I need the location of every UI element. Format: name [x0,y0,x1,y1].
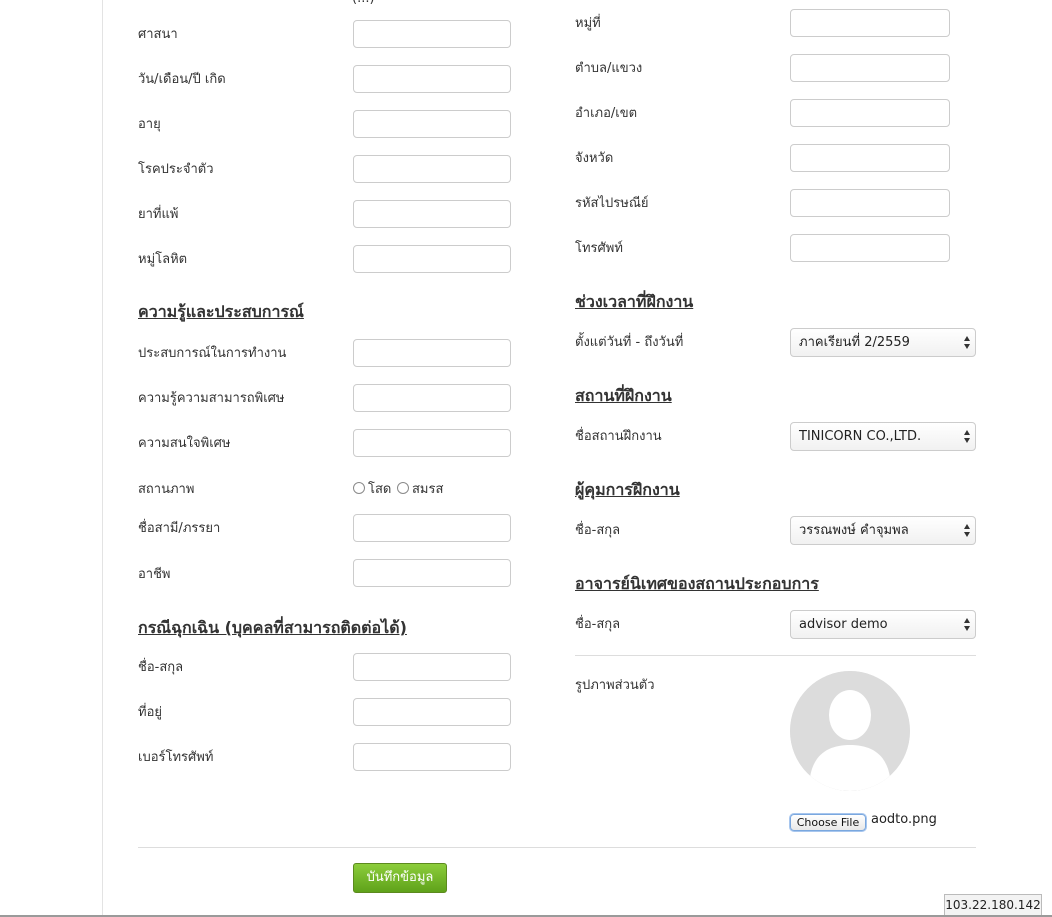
telephone-input[interactable] [790,234,950,262]
advisor-value: advisor demo [799,617,888,632]
person-silhouette-icon [790,671,910,791]
supervisor-heading: ผู้คุมการฝึกงาน [575,480,680,499]
religion-input[interactable] [353,20,511,48]
disease-label: โรคประจำตัว [138,162,214,177]
postal-code-input[interactable] [790,189,950,217]
spouse-input[interactable] [353,514,511,542]
choose-file-button[interactable]: Choose File [790,814,866,831]
supervisor-select[interactable]: วรรณพงษ์ คำจุมพล [790,516,976,545]
ip-address-badge: 103.22.180.142 [944,894,1042,916]
training-period-label: ตั้งแต่วันที่ - ถึงวันที่ [575,335,684,350]
avatar-placeholder [790,671,910,791]
blood-type-input[interactable] [353,245,511,273]
occupation-input[interactable] [353,559,511,587]
select-arrows-icon [964,618,970,631]
single-radio-label: โสด [368,482,392,497]
special-skill-input[interactable] [353,384,511,412]
selected-file-name: aodto.png [871,812,937,827]
village-no-label: หมู่ที่ [575,16,601,31]
select-arrows-icon [964,430,970,443]
spouse-label: ชื่อสามี/ภรรยา [138,521,221,536]
allergy-input[interactable] [353,200,511,228]
sidebar-divider [102,0,103,917]
form-divider [138,847,976,848]
age-label: อายุ [138,117,161,132]
village-no-input[interactable] [790,9,950,37]
subdistrict-input[interactable] [790,54,950,82]
supervisor-name-label: ชื่อ-สกุล [575,523,621,538]
training-place-heading: สถานที่ฝึกงาน [575,386,672,405]
emergency-phone-input[interactable] [353,743,511,771]
birthdate-input[interactable] [353,65,511,93]
advisor-heading: อาจารย์นิเทศของสถานประกอบการ [575,574,819,593]
save-button[interactable]: บันทึกข้อมูล [353,863,447,893]
training-place-value: TINICORN CO.,LTD. [799,429,922,444]
occupation-label: อาชีพ [138,567,171,582]
advisor-select[interactable]: advisor demo [790,610,976,639]
single-radio[interactable] [353,482,365,494]
work-experience-label: ประสบการณ์ในการทำงาน [138,346,287,361]
photo-label: รูปภาพส่วนตัว [575,678,655,693]
select-arrows-icon [964,336,970,349]
birthdate-label: วัน/เดือน/ปี เกิด [138,72,226,87]
district-label: อำเภอ/เขต [575,106,638,121]
telephone-label: โทรศัพท์ [575,241,623,256]
emergency-address-label: ที่อยู่ [138,705,162,720]
section-divider [575,655,976,656]
training-period-select[interactable]: ภาคเรียนที่ 2/2559 [790,328,976,357]
work-experience-input[interactable] [353,339,511,367]
district-input[interactable] [790,99,950,127]
select-arrows-icon [964,524,970,537]
emergency-name-label: ชื่อ-สกุล [138,660,184,675]
disease-input[interactable] [353,155,511,183]
training-place-label: ชื่อสถานฝึกงาน [575,429,662,444]
emergency-phone-label: เบอร์โทรศัพท์ [138,750,214,765]
province-label: จังหวัด [575,151,614,166]
truncated-top-text: (...) [352,0,375,6]
married-radio[interactable] [397,482,409,494]
subdistrict-label: ตำบล/แขวง [575,61,643,76]
province-input[interactable] [790,144,950,172]
training-place-select[interactable]: TINICORN CO.,LTD. [790,422,976,451]
training-period-value: ภาคเรียนที่ 2/2559 [799,335,910,350]
emergency-name-input[interactable] [353,653,511,681]
special-interest-input[interactable] [353,429,511,457]
religion-label: ศาสนา [138,27,178,42]
blood-type-label: หมู่โลหิต [138,252,188,267]
training-period-heading: ช่วงเวลาที่ฝึกงาน [575,292,694,311]
special-interest-label: ความสนใจพิเศษ [138,436,231,451]
supervisor-value: วรรณพงษ์ คำจุมพล [799,523,909,538]
special-skill-label: ความรู้ความสามารถพิเศษ [138,391,285,406]
emergency-address-input[interactable] [353,698,511,726]
experience-heading: ความรู้และประสบการณ์ [138,302,304,321]
postal-code-label: รหัสไปรษณีย์ [575,196,649,211]
advisor-name-label: ชื่อ-สกุล [575,617,621,632]
age-input[interactable] [353,110,511,138]
allergy-label: ยาที่แพ้ [138,207,179,222]
married-radio-label: สมรส [412,482,444,497]
emergency-heading: กรณีฉุกเฉิน (บุคคลที่สามารถติดต่อได้) [138,618,407,637]
marital-status-label: สถานภาพ [138,482,195,497]
